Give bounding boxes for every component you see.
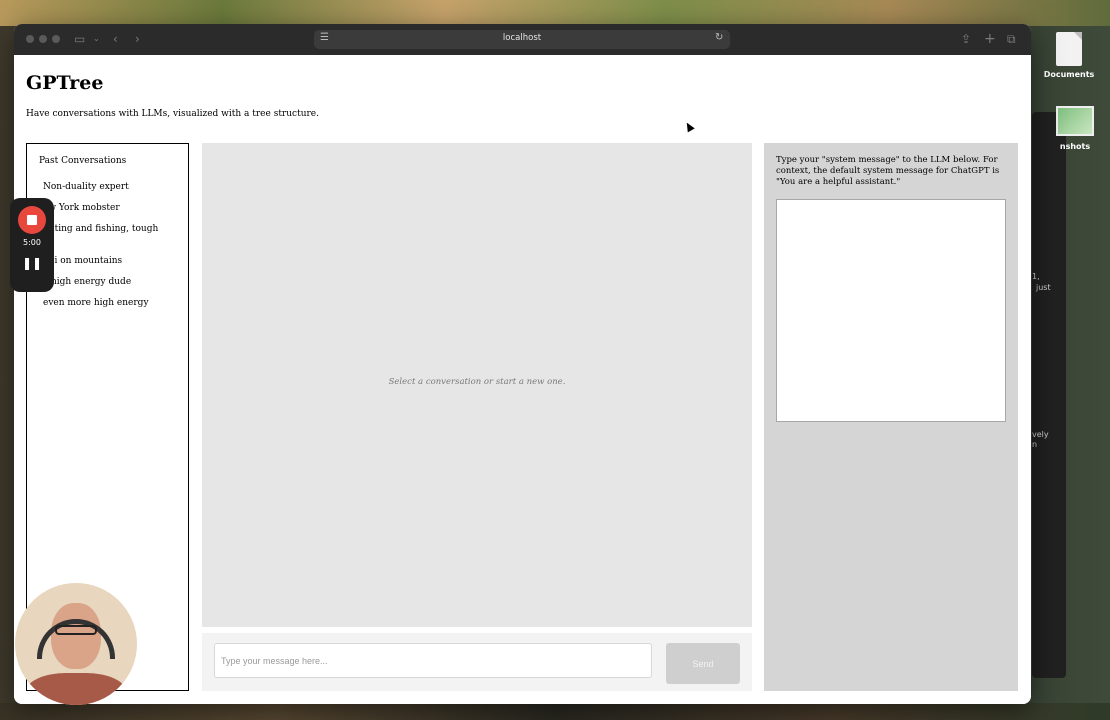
desktop-wallpaper-top	[0, 0, 1110, 26]
back-arrow-icon[interactable]: ‹	[113, 30, 118, 48]
desktop-icon-screenshots[interactable]: nshots	[1040, 106, 1110, 151]
conversation-item[interactable]: ew York mobster	[43, 203, 178, 214]
chat-area: Select a conversation or start a new one…	[202, 143, 752, 627]
conversation-item[interactable]: Non-duality expert	[43, 182, 178, 193]
conversation-list: Non-duality expert ew York mobster untin…	[43, 182, 178, 319]
minimize-window-button[interactable]	[39, 35, 47, 43]
desktop-icon-label: nshots	[1059, 142, 1091, 151]
desktop-icon-documents[interactable]: Documents	[1034, 32, 1104, 79]
reload-icon[interactable]: ↻	[715, 32, 723, 43]
image-file-icon	[1056, 106, 1094, 136]
tab-overview-icon[interactable]: ⧉	[1007, 30, 1016, 48]
send-button[interactable]: Send	[666, 643, 740, 684]
share-icon[interactable]: ⇪	[961, 30, 971, 48]
conversation-item[interactable]: y high energy dude	[43, 277, 178, 288]
page-content: GPTree Have conversations with LLMs, vis…	[14, 55, 1031, 704]
conversation-item[interactable]: bbi on mountains	[43, 256, 178, 267]
address-text: localhost	[502, 33, 542, 43]
zoom-window-button[interactable]	[52, 35, 60, 43]
glasses-icon	[55, 625, 97, 635]
screen-recorder-widget: 5:00 ❚❚	[10, 198, 54, 292]
background-text: 1,	[1032, 272, 1040, 281]
desktop-wallpaper-bottom	[0, 703, 1110, 720]
conversation-item[interactable]: even more high energy	[43, 298, 178, 309]
browser-toolbar: ▭ ⌄ ‹ › ☰ localhost ↻ ⇪ + ⧉	[14, 24, 1031, 55]
background-text: just	[1036, 283, 1051, 292]
stop-recording-button[interactable]	[18, 206, 46, 234]
document-file-icon	[1056, 32, 1082, 66]
sidebar-toggle-icon[interactable]: ▭	[74, 30, 85, 48]
background-text: vely	[1032, 430, 1049, 439]
webcam-person-shirt	[25, 673, 127, 705]
system-message-panel: Type your "system message" to the LLM be…	[764, 143, 1018, 691]
chat-empty-state: Select a conversation or start a new one…	[388, 377, 566, 387]
conversation-item[interactable]: unting and fishing, tough ve	[43, 224, 178, 246]
pause-icon[interactable]: ❚❚	[10, 256, 54, 270]
forward-arrow-icon[interactable]: ›	[135, 30, 140, 48]
background-window	[1032, 112, 1066, 678]
close-window-button[interactable]	[26, 35, 34, 43]
message-composer: Send	[202, 633, 752, 691]
address-bar[interactable]: ☰ localhost ↻	[314, 30, 730, 49]
system-message-input[interactable]	[776, 199, 1006, 422]
app-title: GPTree	[26, 72, 104, 94]
recording-timer: 5:00	[23, 238, 41, 247]
webcam-bubble[interactable]	[15, 583, 137, 705]
system-message-label: Type your "system message" to the LLM be…	[776, 155, 1000, 187]
sidebar-title: Past Conversations	[39, 156, 127, 166]
browser-window: ▭ ⌄ ‹ › ☰ localhost ↻ ⇪ + ⧉ GPTree Have …	[14, 24, 1031, 704]
desktop-icon-label: Documents	[1043, 70, 1095, 79]
message-input[interactable]	[214, 643, 652, 678]
app-subtitle: Have conversations with LLMs, visualized…	[26, 109, 319, 119]
new-tab-icon[interactable]: +	[984, 30, 996, 48]
background-text: n	[1032, 440, 1038, 449]
chevron-down-icon[interactable]: ⌄	[93, 30, 100, 48]
